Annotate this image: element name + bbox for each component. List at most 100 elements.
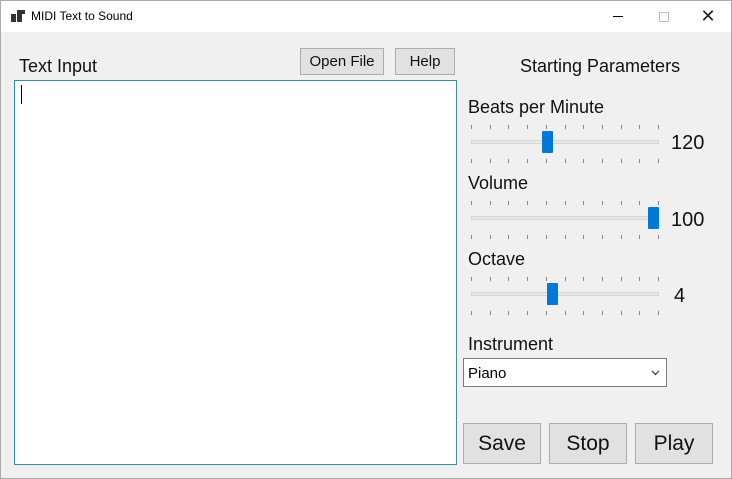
slider-tick: [546, 201, 547, 205]
slider-tick: [658, 311, 659, 315]
parameters-heading: Starting Parameters: [520, 56, 681, 76]
slider-tick: [658, 159, 659, 163]
slider-tick: [471, 201, 472, 205]
slider-tick: [508, 235, 509, 239]
bpm-ticks-top: [471, 125, 659, 131]
slider-tick: [639, 125, 640, 129]
slider-tick: [527, 125, 528, 129]
octave-track: [471, 292, 659, 296]
close-icon: ✕: [700, 5, 716, 27]
bpm-slider[interactable]: [471, 125, 659, 165]
play-button[interactable]: Play: [635, 423, 713, 464]
volume-slider-thumb[interactable]: [648, 207, 659, 229]
slider-tick: [583, 159, 584, 163]
slider-tick: [639, 159, 640, 163]
slider-tick: [565, 201, 566, 205]
slider-tick: [621, 277, 622, 281]
slider-tick: [639, 277, 640, 281]
slider-tick: [565, 159, 566, 163]
slider-tick: [565, 277, 566, 281]
octave-slider[interactable]: [471, 277, 659, 317]
maximize-icon: [659, 11, 669, 22]
slider-tick: [639, 311, 640, 315]
window-title: MIDI Text to Sound: [31, 9, 133, 23]
save-button[interactable]: Save: [463, 423, 541, 464]
slider-tick: [565, 125, 566, 129]
octave-value: 4: [674, 285, 686, 307]
app-icon: [11, 10, 25, 22]
bpm-slider-thumb[interactable]: [542, 131, 553, 153]
title-bar[interactable]: MIDI Text to Sound ✕: [1, 1, 731, 32]
slider-tick: [583, 201, 584, 205]
bpm-track: [471, 140, 659, 144]
chevron-down-icon: [651, 370, 660, 376]
slider-tick: [602, 201, 603, 205]
minimize-button[interactable]: [595, 1, 641, 32]
slider-tick: [471, 277, 472, 281]
instrument-label: Instrument: [468, 334, 554, 354]
slider-tick: [471, 159, 472, 163]
slider-tick: [621, 159, 622, 163]
maximize-button[interactable]: [641, 1, 687, 32]
slider-tick: [639, 235, 640, 239]
minimize-icon: [613, 16, 623, 17]
slider-tick: [602, 277, 603, 281]
slider-tick: [621, 125, 622, 129]
slider-tick: [508, 311, 509, 315]
text-caret: [21, 85, 22, 104]
volume-label: Volume: [468, 173, 529, 193]
slider-tick: [583, 311, 584, 315]
octave-label: Octave: [468, 249, 526, 269]
slider-tick: [546, 125, 547, 129]
volume-slider[interactable]: [471, 201, 659, 241]
slider-tick: [546, 311, 547, 315]
slider-tick: [621, 201, 622, 205]
slider-tick: [527, 311, 528, 315]
volume-ticks-bottom: [471, 235, 659, 241]
slider-tick: [602, 235, 603, 239]
instrument-select[interactable]: Piano: [463, 358, 667, 387]
text-input-label: Text Input: [19, 56, 98, 76]
slider-tick: [546, 277, 547, 281]
octave-slider-thumb[interactable]: [547, 283, 558, 305]
help-button[interactable]: Help: [395, 48, 455, 75]
octave-ticks-bottom: [471, 311, 659, 317]
slider-tick: [471, 125, 472, 129]
slider-tick: [583, 277, 584, 281]
slider-tick: [583, 125, 584, 129]
slider-tick: [546, 159, 547, 163]
slider-tick: [471, 235, 472, 239]
open-file-button[interactable]: Open File: [300, 48, 384, 75]
instrument-selected-value: Piano: [468, 365, 507, 382]
slider-tick: [621, 235, 622, 239]
volume-track: [471, 216, 659, 220]
slider-tick: [583, 235, 584, 239]
slider-tick: [490, 277, 491, 281]
slider-tick: [658, 201, 659, 205]
volume-value: 100: [671, 209, 705, 231]
bpm-value: 120: [671, 132, 705, 154]
bpm-label: Beats per Minute: [468, 97, 605, 117]
slider-tick: [490, 125, 491, 129]
close-button[interactable]: ✕: [685, 1, 731, 32]
slider-tick: [527, 159, 528, 163]
text-input-area[interactable]: [14, 80, 457, 465]
slider-tick: [527, 235, 528, 239]
slider-tick: [490, 159, 491, 163]
bpm-ticks-bottom: [471, 159, 659, 165]
stop-button[interactable]: Stop: [549, 423, 627, 464]
slider-tick: [565, 235, 566, 239]
slider-tick: [658, 125, 659, 129]
slider-tick: [639, 201, 640, 205]
slider-tick: [658, 277, 659, 281]
slider-tick: [508, 201, 509, 205]
slider-tick: [602, 159, 603, 163]
volume-ticks-top: [471, 201, 659, 207]
slider-tick: [490, 311, 491, 315]
slider-tick: [602, 125, 603, 129]
slider-tick: [508, 125, 509, 129]
slider-tick: [546, 235, 547, 239]
slider-tick: [565, 311, 566, 315]
slider-tick: [490, 201, 491, 205]
slider-tick: [508, 277, 509, 281]
